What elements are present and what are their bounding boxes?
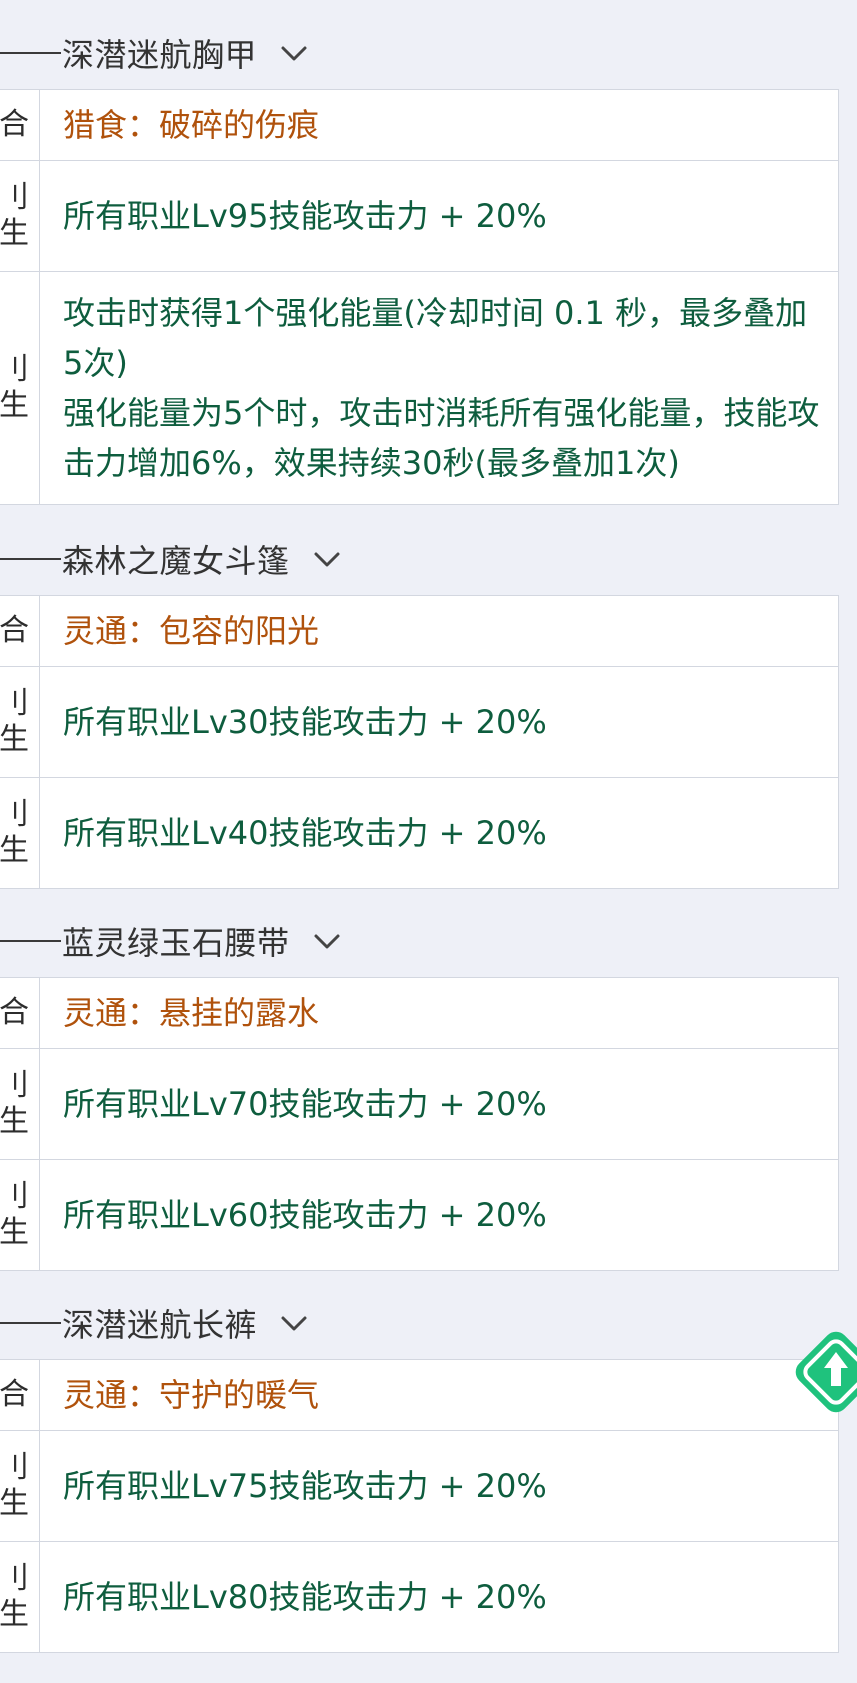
header-dash — [0, 1322, 61, 1324]
stat-text: 所有职业Lv40技能攻击力 + 20% — [63, 814, 547, 852]
row-label: 刂 生 — [0, 1542, 40, 1652]
section-header-cloak[interactable]: 森林之魔女斗篷 — [0, 524, 342, 594]
row-label: 合 — [0, 978, 40, 1048]
table-row: 合 灵通：包容的阳光 — [0, 596, 838, 667]
row-label: 刂 生 — [0, 161, 40, 271]
row-label: 刂 生 — [0, 1049, 40, 1159]
row-label: 刂 生 — [0, 778, 40, 888]
header-dash — [0, 558, 61, 560]
table-row: 刂 生 所有职业Lv95技能攻击力 + 20% — [0, 161, 838, 272]
header-dash — [0, 940, 61, 942]
row-label: 合 — [0, 90, 40, 160]
set-effect-name: 灵通：悬挂的露水 — [63, 994, 320, 1032]
row-label: 刂 生 — [0, 1160, 40, 1270]
equipment-table: 合 灵通：悬挂的露水 刂 生 所有职业Lv70技能攻击力 + 20% 刂 生 所… — [0, 977, 839, 1271]
row-label: 刂 生 — [0, 667, 40, 777]
table-row: 刂 生 所有职业Lv40技能攻击力 + 20% — [0, 778, 838, 889]
section-header-pants[interactable]: 深潜迷航长裤 — [0, 1288, 309, 1358]
table-row: 刂 生 所有职业Lv30技能攻击力 + 20% — [0, 667, 838, 778]
section-title: 深潜迷航长裤 — [62, 1306, 258, 1344]
set-effect-name: 猎食：破碎的伤痕 — [63, 106, 320, 144]
stat-text: 所有职业Lv30技能攻击力 + 20% — [63, 703, 547, 741]
table-row: 刂 生 所有职业Lv80技能攻击力 + 20% — [0, 1542, 838, 1653]
table-row: 合 灵通：悬挂的露水 — [0, 978, 838, 1049]
row-label: 合 — [0, 1360, 40, 1430]
stat-text: 所有职业Lv75技能攻击力 + 20% — [63, 1467, 547, 1505]
table-row: 合 猎食：破碎的伤痕 — [0, 90, 838, 161]
set-effect-name: 灵通：守护的暖气 — [63, 1376, 320, 1414]
row-label: 刂 生 — [0, 1431, 40, 1541]
stat-text: 所有职业Lv80技能攻击力 + 20% — [63, 1578, 547, 1616]
table-row: 刂 生 所有职业Lv60技能攻击力 + 20% — [0, 1160, 838, 1271]
stat-text: 攻击时获得1个强化能量(冷却时间 0.1 秒，最多叠加5次) 强化能量为5个时，… — [63, 294, 820, 482]
section-header-belt[interactable]: 蓝灵绿玉石腰带 — [0, 906, 342, 976]
section-title: 森林之魔女斗篷 — [62, 542, 290, 580]
stat-text: 所有职业Lv70技能攻击力 + 20% — [63, 1085, 547, 1123]
section-title: 深潜迷航胸甲 — [62, 36, 258, 74]
stat-text: 所有职业Lv60技能攻击力 + 20% — [63, 1196, 547, 1234]
chevron-down-icon[interactable] — [312, 544, 342, 574]
equipment-table: 合 灵通：包容的阳光 刂 生 所有职业Lv30技能攻击力 + 20% 刂 生 所… — [0, 595, 839, 889]
equipment-list: 深潜迷航胸甲 合 猎食：破碎的伤痕 刂 生 所有职业Lv95技能攻击力 + 20… — [0, 0, 857, 1683]
table-row: 合 灵通：守护的暖气 — [0, 1360, 838, 1431]
table-row: 刂 生 攻击时获得1个强化能量(冷却时间 0.1 秒，最多叠加5次) 强化能量为… — [0, 272, 838, 505]
arrow-up-diamond-icon[interactable] — [786, 1322, 857, 1422]
table-row: 刂 生 所有职业Lv75技能攻击力 + 20% — [0, 1431, 838, 1542]
section-header-chest[interactable]: 深潜迷航胸甲 — [0, 18, 309, 88]
chevron-down-icon[interactable] — [279, 38, 309, 68]
row-label: 合 — [0, 596, 40, 666]
chevron-down-icon[interactable] — [279, 1308, 309, 1338]
equipment-table: 合 猎食：破碎的伤痕 刂 生 所有职业Lv95技能攻击力 + 20% 刂 生 攻… — [0, 89, 839, 505]
stat-text: 所有职业Lv95技能攻击力 + 20% — [63, 197, 547, 235]
equipment-table: 合 灵通：守护的暖气 刂 生 所有职业Lv75技能攻击力 + 20% 刂 生 所… — [0, 1359, 839, 1653]
table-row: 刂 生 所有职业Lv70技能攻击力 + 20% — [0, 1049, 838, 1160]
chevron-down-icon[interactable] — [312, 926, 342, 956]
header-dash — [0, 52, 61, 54]
row-label: 刂 生 — [0, 272, 40, 504]
set-effect-name: 灵通：包容的阳光 — [63, 612, 320, 650]
section-title: 蓝灵绿玉石腰带 — [62, 924, 290, 962]
